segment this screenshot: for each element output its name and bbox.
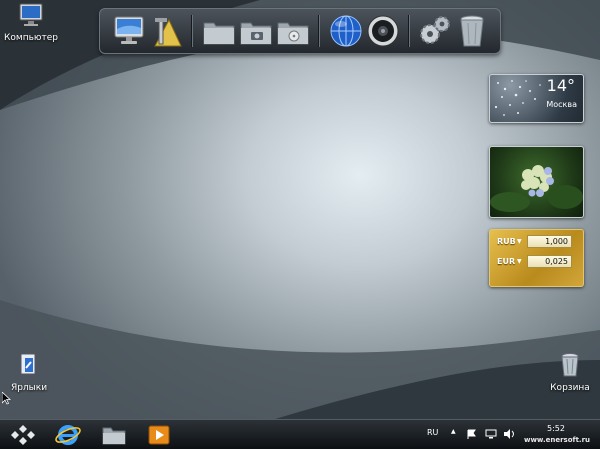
dock-bar <box>99 8 501 54</box>
folder-icon <box>102 427 126 445</box>
gears-icon <box>420 16 450 44</box>
camera-folder-icon <box>240 22 272 45</box>
media-player-icon <box>148 425 170 445</box>
dock-settings[interactable] <box>418 14 452 48</box>
desktop-icon-recycle-bin[interactable]: Корзина <box>535 352 600 393</box>
mouse-cursor-icon <box>2 392 11 405</box>
weather-city: Москва <box>546 100 577 109</box>
dropdown-arrow-icon[interactable]: ▼ <box>517 258 522 265</box>
language-indicator[interactable]: RU <box>427 428 438 437</box>
speaker-icon <box>367 15 399 47</box>
currency-gadget[interactable]: RUB ▼ 1,000 EUR ▼ 0,025 <box>489 229 584 287</box>
weather-gadget[interactable]: 14° Москва <box>489 74 584 123</box>
globe-icon <box>330 15 362 47</box>
recycle-bin-icon <box>561 353 579 377</box>
internet-explorer-icon <box>55 425 81 445</box>
dock-pictures-folder[interactable] <box>239 14 273 48</box>
system-tray: RU ▲ 5:52 www.enersoft.ru <box>420 420 600 449</box>
taskbar-media-player[interactable] <box>146 423 172 447</box>
dock-trash[interactable] <box>455 14 489 48</box>
dock-music-folder[interactable] <box>276 14 310 48</box>
desktop-icon-computer[interactable]: Компьютер <box>0 2 66 43</box>
taskbar-explorer[interactable] <box>101 423 127 447</box>
clock-time[interactable]: 5:52 <box>547 424 565 433</box>
monitor-icon <box>19 3 43 26</box>
folder-icon <box>203 22 235 45</box>
dock-computer[interactable] <box>112 14 146 48</box>
desktop-icon-label: Компьютер <box>4 33 58 43</box>
music-folder-icon <box>277 22 309 45</box>
trash-icon <box>460 15 484 47</box>
dock-media[interactable] <box>366 14 400 48</box>
start-diamond-icon <box>11 425 35 445</box>
snow-icon <box>494 80 541 116</box>
background-swoosh <box>0 0 600 449</box>
dropdown-arrow-icon[interactable]: ▼ <box>517 238 522 245</box>
weather-temperature: 14° <box>546 76 575 95</box>
currency-code-to[interactable]: EUR <box>497 257 515 266</box>
dock-folder[interactable] <box>202 14 236 48</box>
dock-separator <box>191 15 192 47</box>
desktop-icon-label: Корзина <box>550 383 590 393</box>
start-button[interactable] <box>10 423 36 447</box>
currency-value-from[interactable]: 1,000 <box>527 235 572 248</box>
watermark-text: www.enersoft.ru <box>524 436 591 444</box>
dock-separator <box>408 15 409 47</box>
currency-code-from[interactable]: RUB <box>497 237 516 246</box>
shortcuts-folder-icon <box>20 353 36 375</box>
currency-value-to[interactable]: 0,025 <box>527 255 572 268</box>
volume-icon[interactable] <box>503 429 515 439</box>
taskbar: RU ▲ 5:52 www.enersoft.ru <box>0 419 600 449</box>
tools-icon <box>154 17 182 47</box>
taskbar-internet-explorer[interactable] <box>55 423 81 447</box>
desktop-icon-shortcuts[interactable]: Ярлыки <box>0 352 64 393</box>
dock-browser[interactable] <box>329 14 363 48</box>
tray-expand-icon[interactable]: ▲ <box>451 428 456 435</box>
hydrangea-photo-image <box>490 165 583 212</box>
dock-tools[interactable] <box>149 14 183 48</box>
action-center-flag-icon[interactable] <box>467 429 477 439</box>
computer-icon <box>114 16 144 44</box>
dock-separator <box>318 15 319 47</box>
slideshow-gadget[interactable] <box>489 146 584 218</box>
network-icon[interactable] <box>485 429 497 439</box>
desktop: Компьютер Ярлыки Корзина 14° Москва RUB … <box>0 0 600 449</box>
